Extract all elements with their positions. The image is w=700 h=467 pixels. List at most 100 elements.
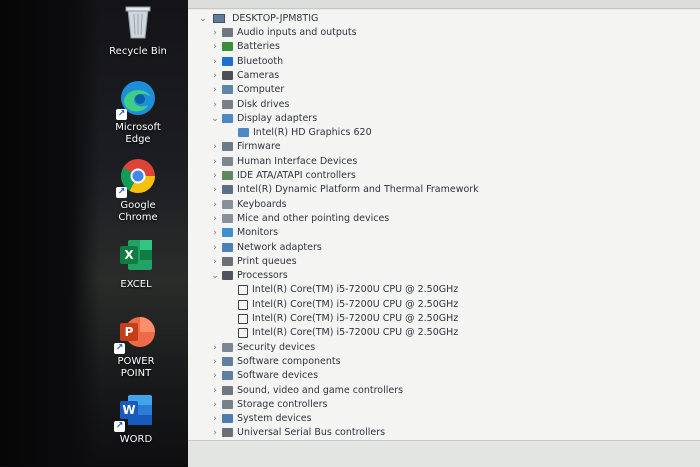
category-label: Keyboards <box>237 199 287 210</box>
storage-icon <box>222 400 233 409</box>
system-icon <box>222 414 233 423</box>
chevron-right-icon[interactable]: › <box>210 226 220 240</box>
excel-shortcut[interactable]: X EXCEL <box>95 235 177 291</box>
chevron-right-icon[interactable]: › <box>210 55 220 69</box>
chrome-icon: ↗ <box>116 156 158 198</box>
category-display-adapters[interactable]: ⌄ Display adapters <box>210 112 317 126</box>
chevron-right-icon[interactable]: › <box>210 198 220 212</box>
chevron-right-icon[interactable]: › <box>210 69 220 83</box>
category-disk-drives[interactable]: › Disk drives <box>210 98 289 112</box>
category-label: Batteries <box>237 41 280 52</box>
category-storage-controllers[interactable]: › Storage controllers <box>210 398 327 412</box>
device-label: Intel(R) Core(TM) i5-7200U CPU @ 2.50GHz <box>252 327 459 338</box>
category-label: Security devices <box>237 342 316 353</box>
category-print-queues[interactable]: › Print queues <box>210 255 297 269</box>
category-computer[interactable]: › Computer <box>210 83 284 97</box>
category-monitors[interactable]: › Monitors <box>210 226 278 240</box>
chevron-right-icon[interactable]: › <box>210 384 220 398</box>
device-label: Intel(R) Core(TM) i5-7200U CPU @ 2.50GHz <box>252 284 459 295</box>
category-label: Processors <box>237 270 288 281</box>
category-software-devices[interactable]: › Software devices <box>210 369 318 383</box>
category-audio-inputs-and-outputs[interactable]: › Audio inputs and outputs <box>210 26 356 40</box>
category-ide-ata-atapi-controllers[interactable]: › IDE ATA/ATAPI controllers <box>210 169 356 183</box>
chevron-down-icon[interactable]: ⌄ <box>210 112 220 126</box>
powerpoint-shortcut[interactable]: P ↗ POWER POINT <box>95 312 177 380</box>
category-label: IDE ATA/ATAPI controllers <box>237 170 356 181</box>
category-label: Universal Serial Bus controllers <box>237 427 386 438</box>
google-chrome-shortcut[interactable]: ↗ Google Chrome <box>97 156 179 224</box>
category-network-adapters[interactable]: › Network adapters <box>210 241 322 255</box>
chevron-right-icon[interactable]: › <box>210 369 220 383</box>
category-system-devices[interactable]: › System devices <box>210 412 312 426</box>
printer-icon <box>222 257 233 266</box>
software-component-icon <box>222 357 233 366</box>
chevron-right-icon[interactable]: › <box>210 398 220 412</box>
device-label: Intel(R) Core(TM) i5-7200U CPU @ 2.50GHz <box>252 299 459 310</box>
chevron-right-icon[interactable]: › <box>210 183 220 197</box>
category-bluetooth[interactable]: › Bluetooth <box>210 55 283 69</box>
chevron-right-icon[interactable]: › <box>210 412 220 426</box>
chrome-label-line-1: Google <box>120 200 156 211</box>
chevron-right-icon[interactable]: › <box>210 155 220 169</box>
chevron-right-icon[interactable]: › <box>210 98 220 112</box>
chevron-down-icon[interactable]: ⌄ <box>210 269 220 283</box>
device-item[interactable]: Intel(R) Core(TM) i5-7200U CPU @ 2.50GHz <box>236 298 458 312</box>
word-letter: W <box>122 403 136 417</box>
network-icon <box>222 243 233 252</box>
category-software-components[interactable]: › Software components <box>210 355 340 369</box>
chevron-right-icon[interactable]: › <box>210 241 220 255</box>
word-label: WORD <box>119 434 153 445</box>
chevron-right-icon[interactable]: › <box>210 169 220 183</box>
category-mice-and-other-pointing-devices[interactable]: › Mice and other pointing devices <box>210 212 389 226</box>
category-label: Cameras <box>237 70 280 81</box>
battery-icon <box>222 42 233 51</box>
category-label: Print queues <box>237 256 297 267</box>
category-label: Mice and other pointing devices <box>237 213 390 224</box>
category-label: Human Interface Devices <box>237 156 358 167</box>
category-human-interface-devices[interactable]: › Human Interface Devices <box>210 155 357 169</box>
device-label: Intel(R) Core(TM) i5-7200U CPU @ 2.50GHz <box>252 313 459 324</box>
powerpoint-label-line-1: POWER <box>117 356 155 367</box>
category-intel-r-dynamic-platform-and-thermal-framework[interactable]: › Intel(R) Dynamic Platform and Thermal F… <box>210 183 479 197</box>
chevron-right-icon[interactable]: › <box>210 355 220 369</box>
chevron-right-icon[interactable]: › <box>210 255 220 269</box>
chevron-right-icon[interactable]: › <box>210 212 220 226</box>
processor-icon <box>222 271 233 280</box>
category-universal-serial-bus-controllers[interactable]: › Universal Serial Bus controllers <box>210 426 385 440</box>
word-shortcut[interactable]: W ↗ WORD <box>95 390 177 446</box>
processor-icon <box>238 300 248 310</box>
chevron-right-icon[interactable]: › <box>210 26 220 40</box>
chevron-down-icon[interactable]: ⌄ <box>198 12 208 26</box>
desktop-left-shadow <box>0 0 100 466</box>
category-processors[interactable]: ⌄ Processors <box>210 269 288 283</box>
device-tree[interactable]: ⌄ DESKTOP-JPM8TIG › Audio inputs and outp… <box>188 10 700 440</box>
category-label: Sound, video and game controllers <box>237 385 404 396</box>
category-batteries[interactable]: › Batteries <box>210 40 280 54</box>
category-label: Firmware <box>237 141 281 152</box>
category-label: Software devices <box>237 370 319 381</box>
microsoft-edge-shortcut[interactable]: ↗ Microsoft Edge <box>97 78 179 146</box>
chevron-right-icon[interactable]: › <box>210 40 220 54</box>
recycle-bin-shortcut[interactable]: Recycle Bin <box>97 2 179 58</box>
category-cameras[interactable]: › Cameras <box>210 69 279 83</box>
chevron-right-icon[interactable]: › <box>210 140 220 154</box>
category-keyboards[interactable]: › Keyboards <box>210 198 287 212</box>
category-firmware[interactable]: › Firmware <box>210 140 281 154</box>
device-item[interactable]: Intel(R) Core(TM) i5-7200U CPU @ 2.50GHz <box>236 312 458 326</box>
device-item[interactable]: Intel(R) Core(TM) i5-7200U CPU @ 2.50GHz <box>236 283 458 297</box>
processor-icon <box>238 328 248 338</box>
processor-icon <box>238 314 248 324</box>
display-icon <box>222 114 233 123</box>
category-security-devices[interactable]: › Security devices <box>210 341 315 355</box>
tree-root[interactable]: ⌄ DESKTOP-JPM8TIG <box>198 12 318 26</box>
category-label: System devices <box>237 413 312 424</box>
software-device-icon <box>222 371 233 380</box>
shortcut-arrow-icon: ↗ <box>114 421 125 432</box>
device-item[interactable]: Intel(R) HD Graphics 620 <box>236 126 372 140</box>
category-sound-video-and-game-controllers[interactable]: › Sound, video and game controllers <box>210 384 403 398</box>
hid-icon <box>222 157 233 166</box>
chevron-right-icon[interactable]: › <box>210 83 220 97</box>
device-item[interactable]: Intel(R) Core(TM) i5-7200U CPU @ 2.50GHz <box>236 326 458 340</box>
chevron-right-icon[interactable]: › <box>210 426 220 440</box>
chevron-right-icon[interactable]: › <box>210 341 220 355</box>
